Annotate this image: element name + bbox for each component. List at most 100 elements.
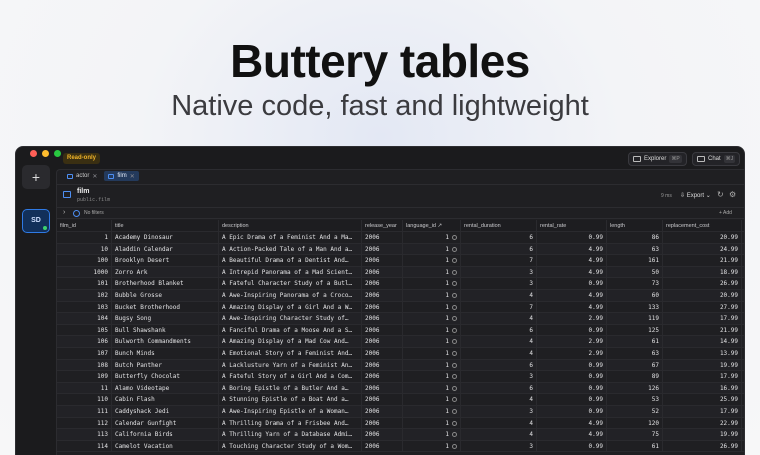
table-cell[interactable]: 16.99: [663, 382, 742, 394]
table-cell[interactable]: 2.99: [537, 313, 607, 324]
table-cell[interactable]: 2006: [362, 429, 403, 440]
table-row[interactable]: 101 Brotherhood Blanket A Fateful Characte…: [57, 278, 744, 290]
table-cell[interactable]: 24.99: [663, 243, 742, 255]
table-cell[interactable]: 2006: [362, 417, 403, 429]
table-cell[interactable]: 2006: [362, 313, 403, 324]
table-cell[interactable]: 2006: [362, 266, 403, 278]
table-cell[interactable]: A Fateful Character Study of a Butl…: [219, 278, 362, 289]
table-cell[interactable]: 19.99: [663, 429, 742, 440]
add-filter-button[interactable]: + Add: [719, 210, 732, 216]
table-cell[interactable]: 0.99: [537, 382, 607, 394]
table-cell[interactable]: Brooklyn Desert: [112, 255, 219, 266]
table-cell[interactable]: A Intrepid Panorama of a Mad Scient…: [219, 266, 362, 278]
export-button[interactable]: ⇩ Export ⌄: [680, 192, 711, 199]
table-cell[interactable]: 60: [607, 289, 663, 301]
table-cell[interactable]: 2006: [362, 301, 403, 313]
table-cell[interactable]: A Emotional Story of a Feminist And…: [219, 347, 362, 359]
table-row[interactable]: 103 Bucket Brotherhood A Amazing Display o…: [57, 301, 744, 314]
close-tab-icon[interactable]: ✕: [130, 173, 135, 180]
settings-icon[interactable]: ⚙: [729, 191, 736, 199]
table-cell[interactable]: 1: [57, 232, 112, 243]
table-cell[interactable]: 4: [461, 417, 537, 429]
table-cell[interactable]: 6: [461, 359, 537, 371]
table-row[interactable]: 104 Bugsy Song A Awe-Inspiring Character S…: [57, 313, 744, 325]
table-cell[interactable]: 63: [607, 243, 663, 255]
column-header[interactable]: film_id: [57, 220, 112, 231]
foreign-key-link-icon[interactable]: [452, 339, 457, 345]
table-row[interactable]: 1000 Zorro Ark A Intrepid Panorama of a Ma…: [57, 266, 744, 279]
table-cell[interactable]: 4.99: [537, 301, 607, 313]
table-cell[interactable]: 2006: [362, 336, 403, 347]
table-cell[interactable]: Alamo Videotape: [112, 382, 219, 394]
table-cell[interactable]: 2006: [362, 243, 403, 255]
maximize-window-button[interactable]: [54, 150, 61, 157]
table-cell[interactable]: 0.99: [537, 278, 607, 289]
table-cell[interactable]: 2006: [362, 371, 403, 382]
table-cell[interactable]: 6: [461, 243, 537, 255]
table-cell[interactable]: 89: [607, 371, 663, 382]
table-cell[interactable]: 26.99: [663, 440, 742, 452]
foreign-key-link-icon[interactable]: [452, 408, 457, 414]
table-cell[interactable]: A Awe-Inspiring Epistle of a Woman…: [219, 405, 362, 417]
table-row[interactable]: 100 Brooklyn Desert A Beautiful Drama of a…: [57, 255, 744, 267]
table-cell[interactable]: 1: [403, 347, 461, 359]
table-cell[interactable]: 3: [461, 440, 537, 452]
table-row[interactable]: 1 Academy Dinosaur A Epic Drama of a Femin…: [57, 232, 744, 244]
table-cell[interactable]: 4: [461, 336, 537, 347]
foreign-key-link-icon[interactable]: [452, 281, 457, 287]
table-row[interactable]: 107 Bunch Minds A Emotional Story of a Fem…: [57, 347, 744, 360]
table-cell[interactable]: 4.99: [537, 417, 607, 429]
foreign-key-link-icon[interactable]: [452, 316, 457, 322]
foreign-key-link-icon[interactable]: [452, 362, 457, 368]
close-window-button[interactable]: [30, 150, 37, 157]
table-cell[interactable]: 0.99: [537, 371, 607, 382]
table-cell[interactable]: 0.99: [537, 405, 607, 417]
table-cell[interactable]: A Fateful Story of a Girl And a Com…: [219, 371, 362, 382]
table-cell[interactable]: 20.99: [663, 289, 742, 301]
table-cell[interactable]: 4.99: [537, 266, 607, 278]
table-cell[interactable]: 1: [403, 255, 461, 266]
table-cell[interactable]: 21.99: [663, 324, 742, 336]
table-cell[interactable]: Academy Dinosaur: [112, 232, 219, 243]
table-cell[interactable]: A Thrilling Yarn of a Database Admi…: [219, 429, 362, 440]
table-cell[interactable]: 109: [57, 371, 112, 382]
table-cell[interactable]: A Thrilling Drama of a Frisbee And…: [219, 417, 362, 429]
table-cell[interactable]: 13.99: [663, 347, 742, 359]
table-cell[interactable]: Caddyshack Jedi: [112, 405, 219, 417]
table-cell[interactable]: 112: [57, 417, 112, 429]
table-cell[interactable]: 111: [57, 405, 112, 417]
table-cell[interactable]: Bubble Grosse: [112, 289, 219, 301]
table-cell[interactable]: 53: [607, 394, 663, 405]
table-cell[interactable]: Cabin Flash: [112, 394, 219, 405]
table-cell[interactable]: Zorro Ark: [112, 266, 219, 278]
table-cell[interactable]: 6: [461, 232, 537, 243]
table-cell[interactable]: 1: [403, 417, 461, 429]
foreign-key-link-icon[interactable]: [452, 258, 457, 264]
table-cell[interactable]: A Fanciful Drama of a Moose And a S…: [219, 324, 362, 336]
table-cell[interactable]: 63: [607, 347, 663, 359]
table-cell[interactable]: 1: [403, 301, 461, 313]
table-cell[interactable]: 67: [607, 359, 663, 371]
table-row[interactable]: 11 Alamo Videotape A Boring Epistle of a B…: [57, 382, 744, 395]
table-cell[interactable]: 75: [607, 429, 663, 440]
table-cell[interactable]: 119: [607, 313, 663, 324]
table-cell[interactable]: 103: [57, 301, 112, 313]
table-cell[interactable]: 25.99: [663, 394, 742, 405]
foreign-key-link-icon[interactable]: [452, 350, 457, 356]
table-cell[interactable]: 125: [607, 324, 663, 336]
table-cell[interactable]: 2006: [362, 394, 403, 405]
refresh-icon[interactable]: ↻: [717, 191, 724, 199]
table-cell[interactable]: 0.99: [537, 394, 607, 405]
table-row[interactable]: 113 California Birds A Thrilling Yarn of a…: [57, 429, 744, 441]
tab-actor[interactable]: actor ✕: [63, 171, 101, 181]
table-cell[interactable]: Bucket Brotherhood: [112, 301, 219, 313]
table-cell[interactable]: 105: [57, 324, 112, 336]
table-cell[interactable]: 114: [57, 440, 112, 452]
table-cell[interactable]: 2006: [362, 359, 403, 371]
chat-button[interactable]: Chat ⌘J: [692, 152, 741, 166]
table-cell[interactable]: A Beautiful Drama of a Dentist And…: [219, 255, 362, 266]
table-cell[interactable]: A Touching Character Study of a Wom…: [219, 440, 362, 452]
column-header[interactable]: rental_rate: [537, 220, 607, 231]
table-cell[interactable]: 50: [607, 266, 663, 278]
table-cell[interactable]: 1: [403, 278, 461, 289]
